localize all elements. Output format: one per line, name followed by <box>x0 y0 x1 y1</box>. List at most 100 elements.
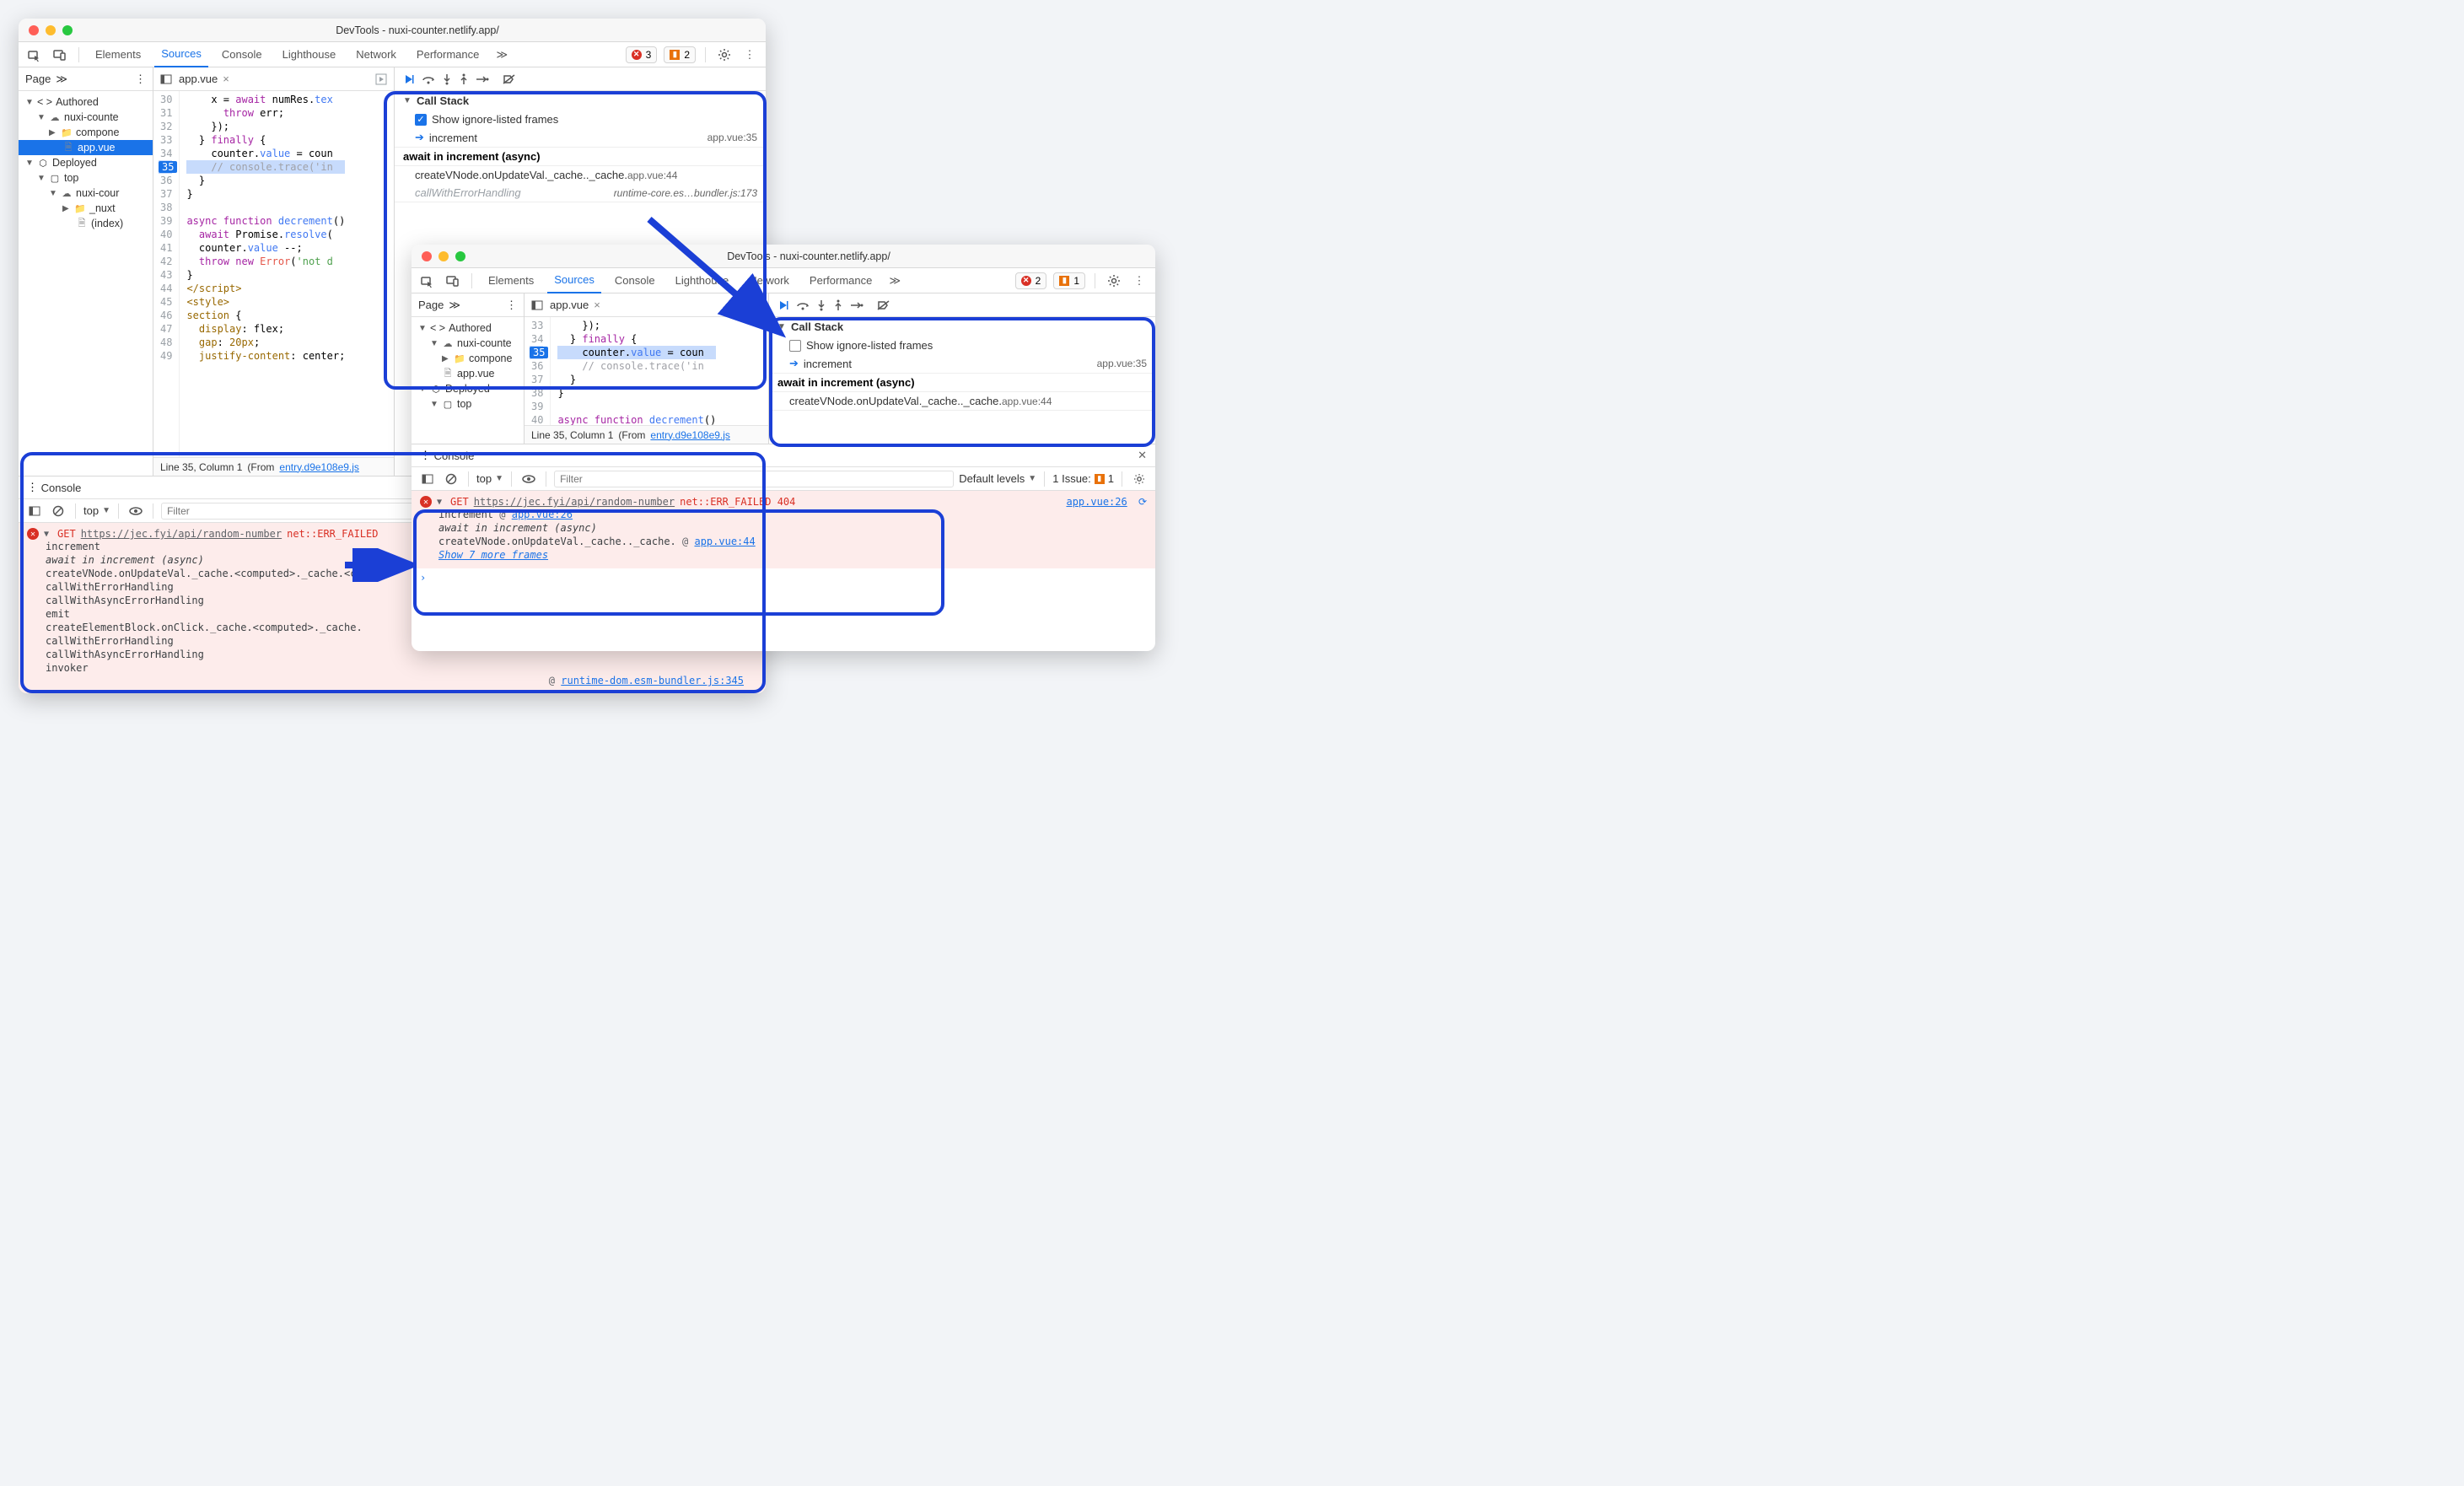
tree-nuxi-counter[interactable]: ▼☁nuxi-counte <box>412 336 524 351</box>
editor-tab-app-vue[interactable]: app.vue× <box>179 73 229 85</box>
call-stack-header[interactable]: ▼Call Stack <box>769 317 1155 337</box>
page-tab[interactable]: Page <box>25 73 51 85</box>
tree-app-vue[interactable]: 🗎app.vue <box>412 366 524 381</box>
tab-elements[interactable]: Elements <box>89 42 148 67</box>
stack-source-link[interactable]: runtime-dom.esm-bundler.js:345 <box>561 675 744 686</box>
checkbox-icon[interactable] <box>789 340 801 352</box>
resume-icon[interactable] <box>777 299 789 311</box>
tree-top[interactable]: ▼▢top <box>412 396 524 412</box>
toggle-navigator-icon[interactable] <box>160 73 172 85</box>
stack-frame[interactable]: ➔incrementapp.vue:35 <box>395 128 766 147</box>
error-url-link[interactable]: https://jec.fyi/api/random-number <box>81 528 282 540</box>
code-editor[interactable]: 3031323334353637383940414243444546474849… <box>153 91 394 457</box>
more-tabs-icon[interactable]: ≫ <box>885 272 904 290</box>
kebab-icon[interactable]: ⋮ <box>740 46 759 64</box>
tree-authored[interactable]: ▼< >Authored <box>412 320 524 336</box>
stack-frame[interactable]: createVNode.onUpdateVal._cache.._cache.a… <box>395 166 766 184</box>
console-filter-input[interactable] <box>554 471 954 487</box>
zoom-icon[interactable] <box>62 25 73 35</box>
context-selector[interactable]: top ▼ <box>83 504 110 517</box>
show-console-sidebar-icon[interactable] <box>418 470 437 488</box>
tree-authored[interactable]: ▼< >Authored <box>19 94 153 110</box>
close-icon[interactable] <box>422 251 432 261</box>
tab-performance[interactable]: Performance <box>803 268 879 293</box>
settings-icon[interactable] <box>1130 470 1149 488</box>
console-prompt[interactable]: › <box>412 568 1155 587</box>
device-toggle-icon[interactable] <box>51 46 69 64</box>
tab-lighthouse[interactable]: Lighthouse <box>669 268 736 293</box>
inspect-icon[interactable] <box>25 46 44 64</box>
console-drawer-header[interactable]: ⋮ Console ✕ <box>412 444 1155 467</box>
editor-tab-app-vue[interactable]: app.vue× <box>550 299 600 311</box>
step-over-icon[interactable] <box>422 73 435 85</box>
show-console-sidebar-icon[interactable] <box>25 502 44 520</box>
refresh-icon[interactable]: ⟳ <box>1132 496 1147 508</box>
stack-frame[interactable]: ➔incrementapp.vue:35 <box>769 354 1155 373</box>
kebab-icon[interactable]: ⋮ <box>1130 272 1149 290</box>
tab-performance[interactable]: Performance <box>410 42 486 67</box>
step-out-icon[interactable] <box>459 73 469 85</box>
stack-frame[interactable]: createVNode.onUpdateVal._cache.._cache.a… <box>769 392 1155 410</box>
more-tabs-icon[interactable]: ≫ <box>492 46 511 64</box>
stack-source-link[interactable]: app.vue:26 <box>512 509 573 520</box>
kebab-icon[interactable]: ⋮ <box>506 299 517 312</box>
step-icon[interactable] <box>850 300 863 310</box>
toggle-navigator-icon[interactable] <box>531 299 543 311</box>
device-toggle-icon[interactable] <box>444 272 462 290</box>
breakpoint-marker[interactable]: 35 <box>159 161 177 173</box>
settings-icon[interactable] <box>1105 272 1123 290</box>
code-editor[interactable]: 3334353637383940 }); } finally { counter… <box>525 317 768 425</box>
kebab-icon[interactable]: ⋮ <box>135 73 146 86</box>
page-tab[interactable]: Page <box>418 299 444 311</box>
console-error[interactable]: ✕ ▼ GET https://jec.fyi/api/random-numbe… <box>412 491 1155 568</box>
step-out-icon[interactable] <box>833 299 843 311</box>
tree-components[interactable]: ▶📁compone <box>19 125 153 140</box>
checkbox-icon[interactable]: ✓ <box>415 114 427 126</box>
tree-nuxi-cour[interactable]: ▼☁nuxi-cour <box>19 186 153 201</box>
close-tab-icon[interactable]: × <box>223 73 229 85</box>
deactivate-breakpoints-icon[interactable] <box>877 299 890 311</box>
stack-source-link[interactable]: app.vue:44 <box>694 536 755 547</box>
settings-icon[interactable] <box>715 46 734 64</box>
step-into-icon[interactable] <box>816 299 826 311</box>
tab-network[interactable]: Network <box>349 42 403 67</box>
live-expression-icon[interactable] <box>519 470 538 488</box>
log-levels-selector[interactable]: Default levels ▼ <box>959 472 1036 485</box>
step-into-icon[interactable] <box>442 73 452 85</box>
close-icon[interactable] <box>29 25 39 35</box>
inspect-icon[interactable] <box>418 272 437 290</box>
breakpoint-marker[interactable]: 35 <box>530 347 548 358</box>
error-source-link[interactable]: app.vue:26 <box>1066 496 1127 508</box>
tree-nuxi-counter[interactable]: ▼☁nuxi-counte <box>19 110 153 125</box>
clear-console-icon[interactable] <box>442 470 460 488</box>
tab-console[interactable]: Console <box>215 42 269 67</box>
errors-pill[interactable]: ✕2 <box>1015 272 1047 289</box>
warnings-pill[interactable]: ▮1 <box>1053 272 1085 289</box>
source-map-link[interactable]: entry.d9e108e9.js <box>279 461 359 473</box>
tree-top[interactable]: ▼▢top <box>19 170 153 186</box>
issues-pill[interactable]: 1 Issue: ▮ 1 <box>1052 472 1114 485</box>
tab-network[interactable]: Network <box>742 268 796 293</box>
deactivate-breakpoints-icon[interactable] <box>503 73 516 85</box>
tree-nuxt[interactable]: ▶📁_nuxt <box>19 201 153 216</box>
kebab-icon[interactable]: ⋮ <box>27 481 38 494</box>
call-stack-header[interactable]: ▼Call Stack <box>395 91 766 110</box>
tab-sources[interactable]: Sources <box>154 42 208 67</box>
error-url-link[interactable]: https://jec.fyi/api/random-number <box>474 496 675 508</box>
tree-deployed[interactable]: ▼⬡Deployed <box>412 381 524 396</box>
minimize-icon[interactable] <box>438 251 449 261</box>
errors-pill[interactable]: ✕3 <box>626 46 658 63</box>
tree-index[interactable]: 🗎(index) <box>19 216 153 231</box>
kebab-icon[interactable]: ⋮ <box>420 449 431 462</box>
tab-lighthouse[interactable]: Lighthouse <box>276 42 343 67</box>
tab-sources[interactable]: Sources <box>547 268 601 293</box>
show-more-frames-link[interactable]: Show 7 more frames <box>420 548 1147 562</box>
tree-components[interactable]: ▶📁compone <box>412 351 524 366</box>
tab-console[interactable]: Console <box>608 268 662 293</box>
more-icon[interactable]: ≫ <box>56 73 67 86</box>
tab-elements[interactable]: Elements <box>482 268 541 293</box>
step-over-icon[interactable] <box>796 299 810 311</box>
show-ignored-toggle[interactable]: Show ignore-listed frames <box>769 337 1155 354</box>
context-selector[interactable]: top ▼ <box>476 472 503 485</box>
source-map-link[interactable]: entry.d9e108e9.js <box>650 429 730 441</box>
